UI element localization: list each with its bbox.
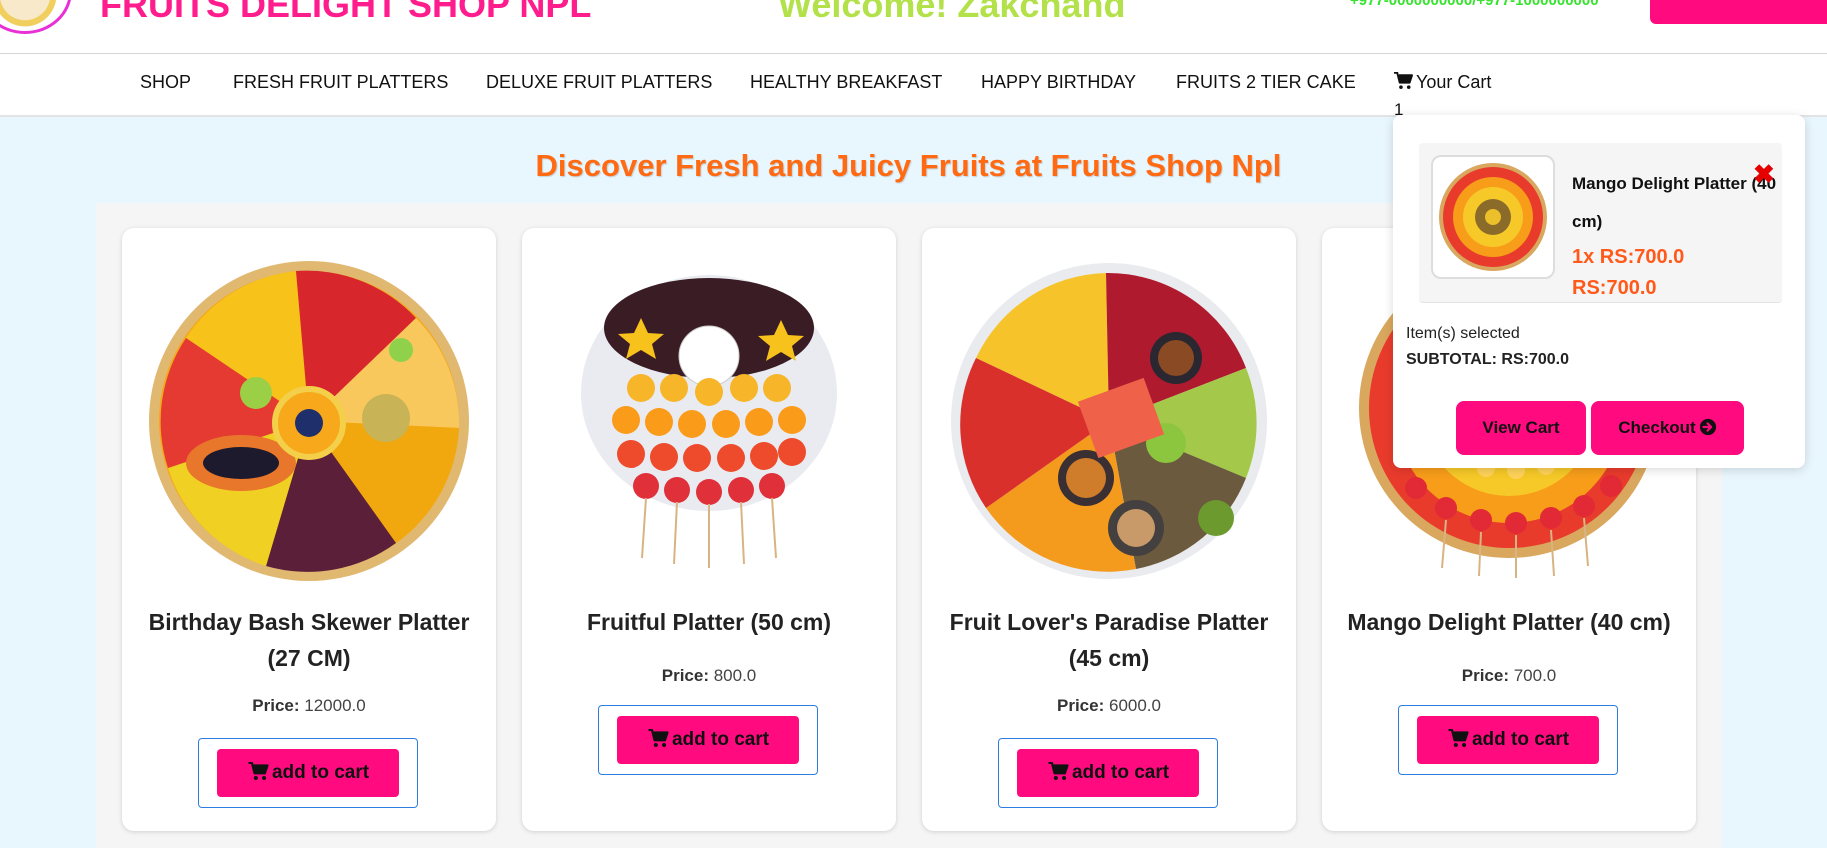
add-to-cart-label: add to cart [271, 762, 370, 783]
add-to-cart-button[interactable]: add to cart [1417, 716, 1599, 764]
items-selected-label: Item(s) selected [1406, 325, 1520, 342]
add-to-cart-frame: add to cart [198, 738, 418, 808]
nav-item-healthy-breakfast[interactable]: HEALTHY BREAKFAST [750, 72, 942, 93]
product-card: Birthday Bash Skewer Platter (27 CM) Pri… [122, 228, 496, 831]
price-label: Price: [1461, 666, 1509, 685]
add-to-cart-label: add to cart [671, 729, 770, 750]
shopping-cart-icon [1048, 761, 1069, 781]
cart-dropdown: Mango Delight Platter (40 cm) 1x RS:700.… [1393, 115, 1805, 468]
shop-logo[interactable] [0, 0, 72, 34]
price-label: Price: [1057, 696, 1105, 715]
cart-subtotal: SUBTOTAL: RS:700.0 [1406, 351, 1569, 368]
nav-item-fruits-2-tier-cake[interactable]: FRUITS 2 TIER CAKE [1176, 72, 1356, 93]
price-label: Price: [661, 666, 709, 685]
checkout-button[interactable]: Checkout [1591, 401, 1744, 455]
shopping-cart-icon [648, 728, 669, 748]
main-nav: SHOP FRESH FRUIT PLATTERS DELUXE FRUIT P… [0, 54, 1827, 119]
shop-title: FRUITS DELIGHT SHOP NPL [100, 0, 592, 25]
price-value: 700.0 [1513, 666, 1557, 685]
product-card: Fruitful Platter (50 cm) Price: 800.0 ad… [522, 228, 896, 831]
add-to-cart-label: add to cart [1071, 762, 1170, 783]
add-to-cart-button[interactable]: add to cart [1017, 749, 1199, 797]
add-to-cart-frame: add to cart [998, 738, 1218, 808]
cart-item-total: RS:700.0 [1572, 277, 1657, 299]
product-name: Fruitful Platter (50 cm) [586, 609, 832, 635]
shopping-cart-icon [1394, 71, 1413, 89]
nav-item-fresh-fruit-platters[interactable]: FRESH FRUIT PLATTERS [233, 72, 448, 93]
shopping-cart-icon [248, 761, 269, 781]
product-name: Birthday Bash Skewer Platter (27 CM) [148, 609, 470, 671]
nav-item-shop[interactable]: SHOP [140, 72, 191, 93]
price-value: 800.0 [713, 666, 757, 685]
nav-item-happy-birthday[interactable]: HAPPY BIRTHDAY [981, 72, 1136, 93]
add-to-cart-button[interactable]: add to cart [217, 749, 399, 797]
remove-item-icon[interactable]: ✖ [1753, 161, 1775, 187]
cart-item-name: Mango Delight Platter (40 cm) [1572, 174, 1777, 231]
cart-link-label: Your Cart [1416, 72, 1492, 92]
welcome-message: Welcome! Zakchand [778, 0, 1126, 25]
product-price: Price: 6000.0 [922, 696, 1296, 716]
product-price: Price: 700.0 [1322, 666, 1696, 686]
add-to-cart-frame: add to cart [598, 705, 818, 775]
add-to-cart-frame: add to cart [1398, 705, 1618, 775]
mango-platter-thumbnail-image [1439, 163, 1547, 271]
top-header: FRUITS DELIGHT SHOP NPL Welcome! Zakchan… [0, 0, 1827, 54]
product-card: Fruit Lover's Paradise Platter (45 cm) P… [922, 228, 1296, 831]
header-button[interactable] [1650, 0, 1827, 24]
product-name: Fruit Lover's Paradise Platter (45 cm) [949, 609, 1269, 671]
contact-phones: +977-0000000000/+977-1000000000 [1350, 0, 1599, 9]
shopping-cart-icon [1448, 728, 1469, 748]
nav-cart-link[interactable]: Your Cart [1393, 71, 1492, 93]
view-cart-button[interactable]: View Cart [1456, 401, 1586, 455]
nav-item-deluxe-fruit-platters[interactable]: DELUXE FRUIT PLATTERS [486, 72, 712, 93]
fruit-platter-image[interactable] [146, 258, 472, 584]
price-label: Price: [252, 696, 300, 715]
paradise-platter-image[interactable] [946, 258, 1272, 584]
product-name: Mango Delight Platter (40 cm) [1347, 609, 1671, 635]
arrow-circle-right-icon [1699, 418, 1716, 436]
birthday-skewer-image[interactable] [546, 258, 872, 584]
price-value: 12000.0 [304, 696, 366, 715]
cart-item-quantity-price: 1x RS:700.0 [1572, 246, 1685, 268]
cart-item-thumbnail [1431, 155, 1555, 279]
add-to-cart-button[interactable]: add to cart [617, 716, 799, 764]
checkout-label: Checkout [1618, 418, 1696, 437]
price-value: 6000.0 [1108, 696, 1161, 715]
add-to-cart-label: add to cart [1471, 729, 1570, 750]
cart-item: Mango Delight Platter (40 cm) 1x RS:700.… [1419, 143, 1782, 303]
product-price: Price: 800.0 [522, 666, 896, 686]
product-price: Price: 12000.0 [122, 696, 496, 716]
